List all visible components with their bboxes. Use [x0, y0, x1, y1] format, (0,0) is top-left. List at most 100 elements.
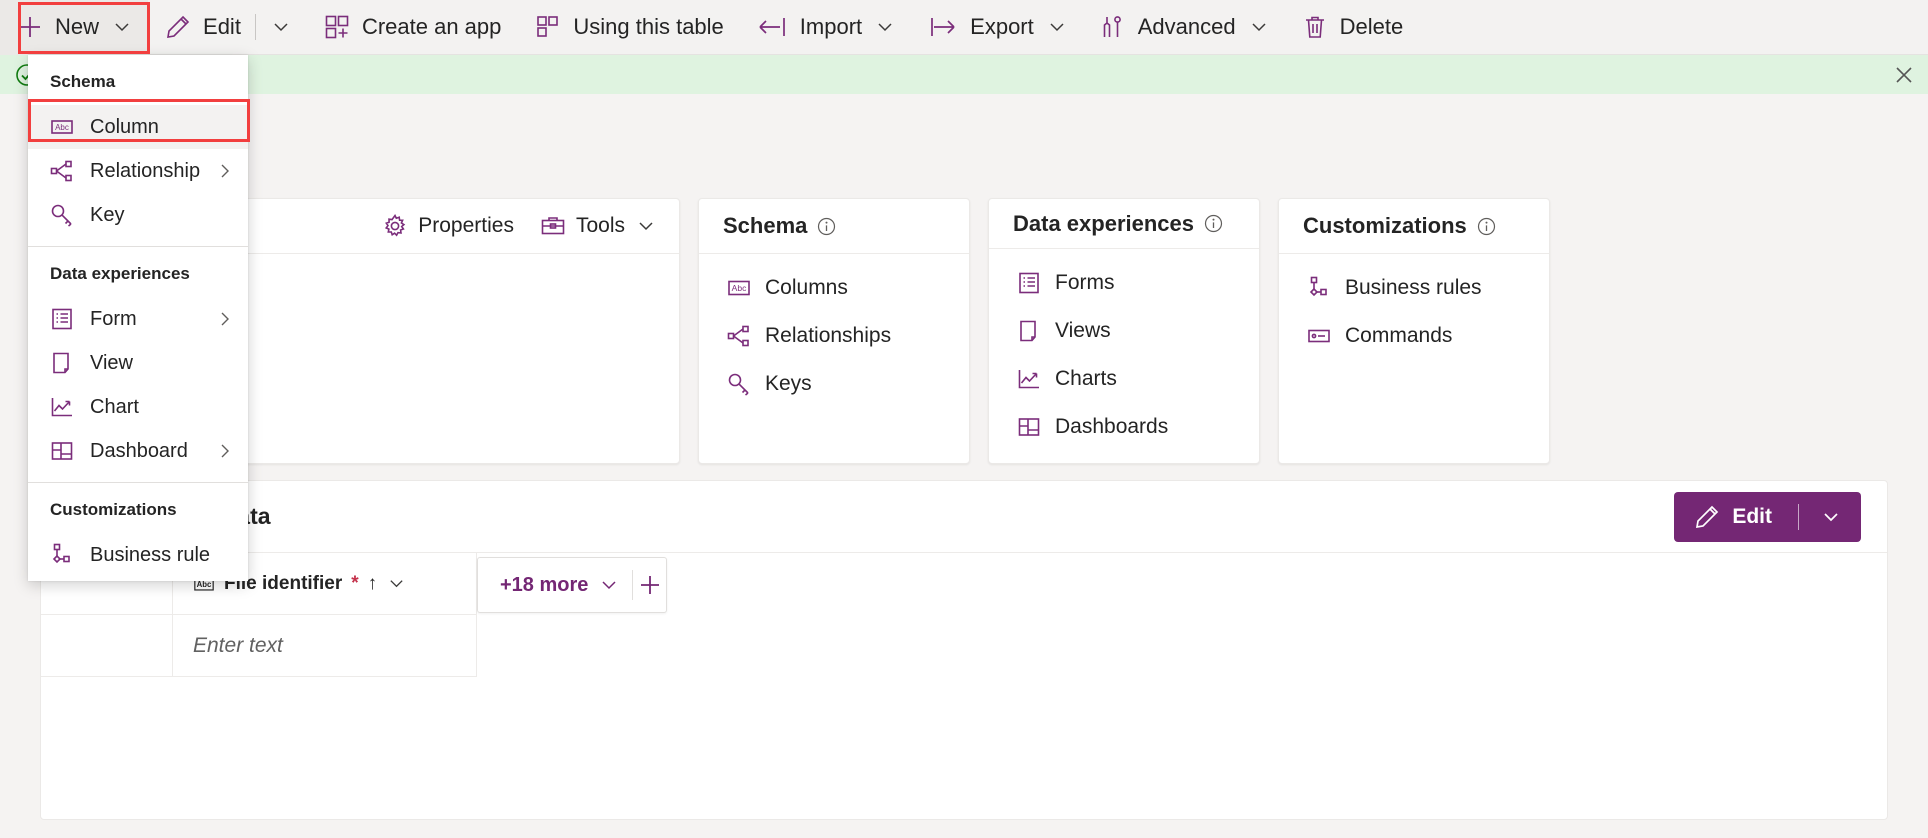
business-rule-icon: [50, 543, 74, 567]
summary-cards: Properties Tools Schema Abc Columns Rela…: [48, 198, 1880, 464]
chevron-down-icon: [600, 576, 618, 594]
menu-item-column[interactable]: Abc Column: [28, 105, 248, 149]
grid-data-row: Enter text: [41, 615, 1887, 677]
menu-item-business-rule[interactable]: Business rule: [28, 533, 248, 577]
export-label: Export: [970, 14, 1034, 39]
menu-item-chart[interactable]: Chart: [28, 385, 248, 429]
dataexp-link-label: Charts: [1055, 367, 1117, 390]
customizations-card-body: Business rules Commands: [1279, 254, 1549, 463]
delete-button[interactable]: Delete: [1285, 0, 1421, 55]
form-icon: [1017, 271, 1041, 295]
data-grid: Abc File identifier * ↑ +18 more Enter t…: [41, 553, 1887, 819]
business-rule-icon: [1307, 276, 1331, 300]
chevron-down-icon[interactable]: [388, 575, 405, 592]
dataexp-link-views[interactable]: Views: [1017, 319, 1111, 343]
edit-data-button[interactable]: Edit: [1674, 491, 1861, 542]
add-column-button[interactable]: [633, 572, 666, 598]
columns-and-data-section: columns and data Edit: [40, 480, 1888, 820]
schema-link-columns[interactable]: Abc Columns: [727, 276, 848, 300]
chevron-down-icon[interactable]: [1821, 507, 1857, 527]
columns-and-data-header: columns and data Edit: [41, 481, 1887, 553]
page-content: pboxFiles Properties: [0, 94, 1928, 838]
new-button[interactable]: New: [0, 0, 149, 55]
command-bar: New Edit Create an app Using this table …: [0, 0, 1928, 55]
svg-text:Abc: Abc: [732, 283, 747, 293]
delete-label: Delete: [1339, 14, 1404, 39]
menu-item-view[interactable]: View: [28, 341, 248, 385]
schema-card-title: Schema: [723, 213, 808, 238]
schema-card: Schema Abc Columns Relationships Keys: [698, 198, 970, 464]
menu-item-label: Key: [90, 203, 125, 226]
chevron-down-icon: [637, 217, 655, 235]
tools-button[interactable]: Tools: [540, 213, 655, 239]
menu-item-label: Chart: [90, 395, 139, 418]
schema-link-keys[interactable]: Keys: [727, 372, 812, 396]
menu-item-label: Dashboard: [90, 439, 188, 462]
close-icon[interactable]: [1894, 65, 1914, 85]
divider: [254, 14, 256, 40]
more-columns-label: +18 more: [500, 573, 589, 596]
dataexp-link-charts[interactable]: Charts: [1017, 367, 1117, 391]
key-icon: [50, 203, 74, 227]
using-this-table-button[interactable]: Using this table: [518, 0, 740, 55]
export-button[interactable]: Export: [911, 0, 1083, 55]
relationship-icon: [727, 324, 751, 348]
schema-link-label: Relationships: [765, 324, 892, 347]
menu-item-form[interactable]: Form: [28, 297, 248, 341]
chart-icon: [50, 395, 74, 419]
plus-icon: [17, 14, 43, 40]
create-an-app-label: Create an app: [361, 14, 502, 39]
dataexp-link-forms[interactable]: Forms: [1017, 271, 1115, 295]
menu-item-label: View: [90, 351, 133, 374]
properties-button[interactable]: Properties: [382, 213, 514, 239]
abc-icon: Abc: [50, 115, 74, 139]
required-marker: *: [351, 572, 359, 594]
info-icon[interactable]: [1204, 214, 1223, 233]
menu-item-label: Column: [90, 115, 159, 138]
customizations-link-label: Business rules: [1345, 276, 1482, 299]
using-this-table-label: Using this table: [573, 14, 724, 39]
success-notification-bar: [0, 55, 1928, 94]
export-icon: [928, 14, 958, 40]
import-button[interactable]: Import: [741, 0, 911, 55]
edit-data-label: Edit: [1732, 504, 1772, 528]
dataexp-link-dashboards[interactable]: Dashboards: [1017, 415, 1168, 439]
grid-cell-placeholder: Enter text: [193, 633, 283, 657]
schema-link-label: Keys: [765, 372, 812, 395]
customizations-card: Customizations Business rules Commands: [1278, 198, 1550, 464]
menu-item-label: Business rule: [90, 543, 211, 566]
divider: [1798, 503, 1799, 530]
menu-group-title-customizations: Customizations: [50, 500, 177, 519]
advanced-button[interactable]: Advanced: [1083, 0, 1285, 55]
data-experiences-card-body: Forms Views Charts Dashboards: [989, 249, 1259, 463]
schema-card-body: Abc Columns Relationships Keys: [699, 254, 969, 463]
customizations-link-business-rules[interactable]: Business rules: [1307, 276, 1482, 300]
tools-icon: [1100, 14, 1126, 40]
customizations-link-commands[interactable]: Commands: [1307, 324, 1452, 348]
menu-item-dashboard[interactable]: Dashboard: [28, 429, 248, 473]
form-icon: [50, 307, 74, 331]
table-icon: [535, 14, 561, 40]
dashboard-icon: [50, 439, 74, 463]
grid-cell-file-identifier[interactable]: Enter text: [173, 615, 477, 677]
menu-item-label: Relationship: [90, 159, 201, 182]
dataexp-link-label: Views: [1055, 319, 1111, 342]
create-an-app-button[interactable]: Create an app: [307, 0, 518, 55]
view-icon: [50, 351, 74, 375]
gear-icon: [382, 213, 408, 239]
grid-row-select-cell[interactable]: [41, 615, 173, 677]
menu-item-relationship[interactable]: Relationship: [28, 149, 248, 193]
menu-group-title-schema: Schema: [50, 72, 116, 91]
pencil-icon: [1694, 504, 1720, 530]
new-dropdown-menu: Schema Abc Column Relationship Key Data …: [28, 55, 248, 581]
schema-link-relationships[interactable]: Relationships: [727, 324, 891, 348]
more-columns-button[interactable]: +18 more: [478, 574, 632, 597]
chevron-down-icon[interactable]: [272, 18, 290, 36]
sort-ascending-icon[interactable]: ↑: [368, 573, 378, 595]
info-icon[interactable]: [1477, 217, 1496, 236]
edit-button[interactable]: Edit: [148, 0, 307, 55]
info-icon[interactable]: [817, 217, 836, 236]
menu-group-title-data-experiences: Data experiences: [50, 264, 190, 283]
menu-item-key[interactable]: Key: [28, 193, 248, 237]
advanced-label: Advanced: [1137, 14, 1236, 39]
